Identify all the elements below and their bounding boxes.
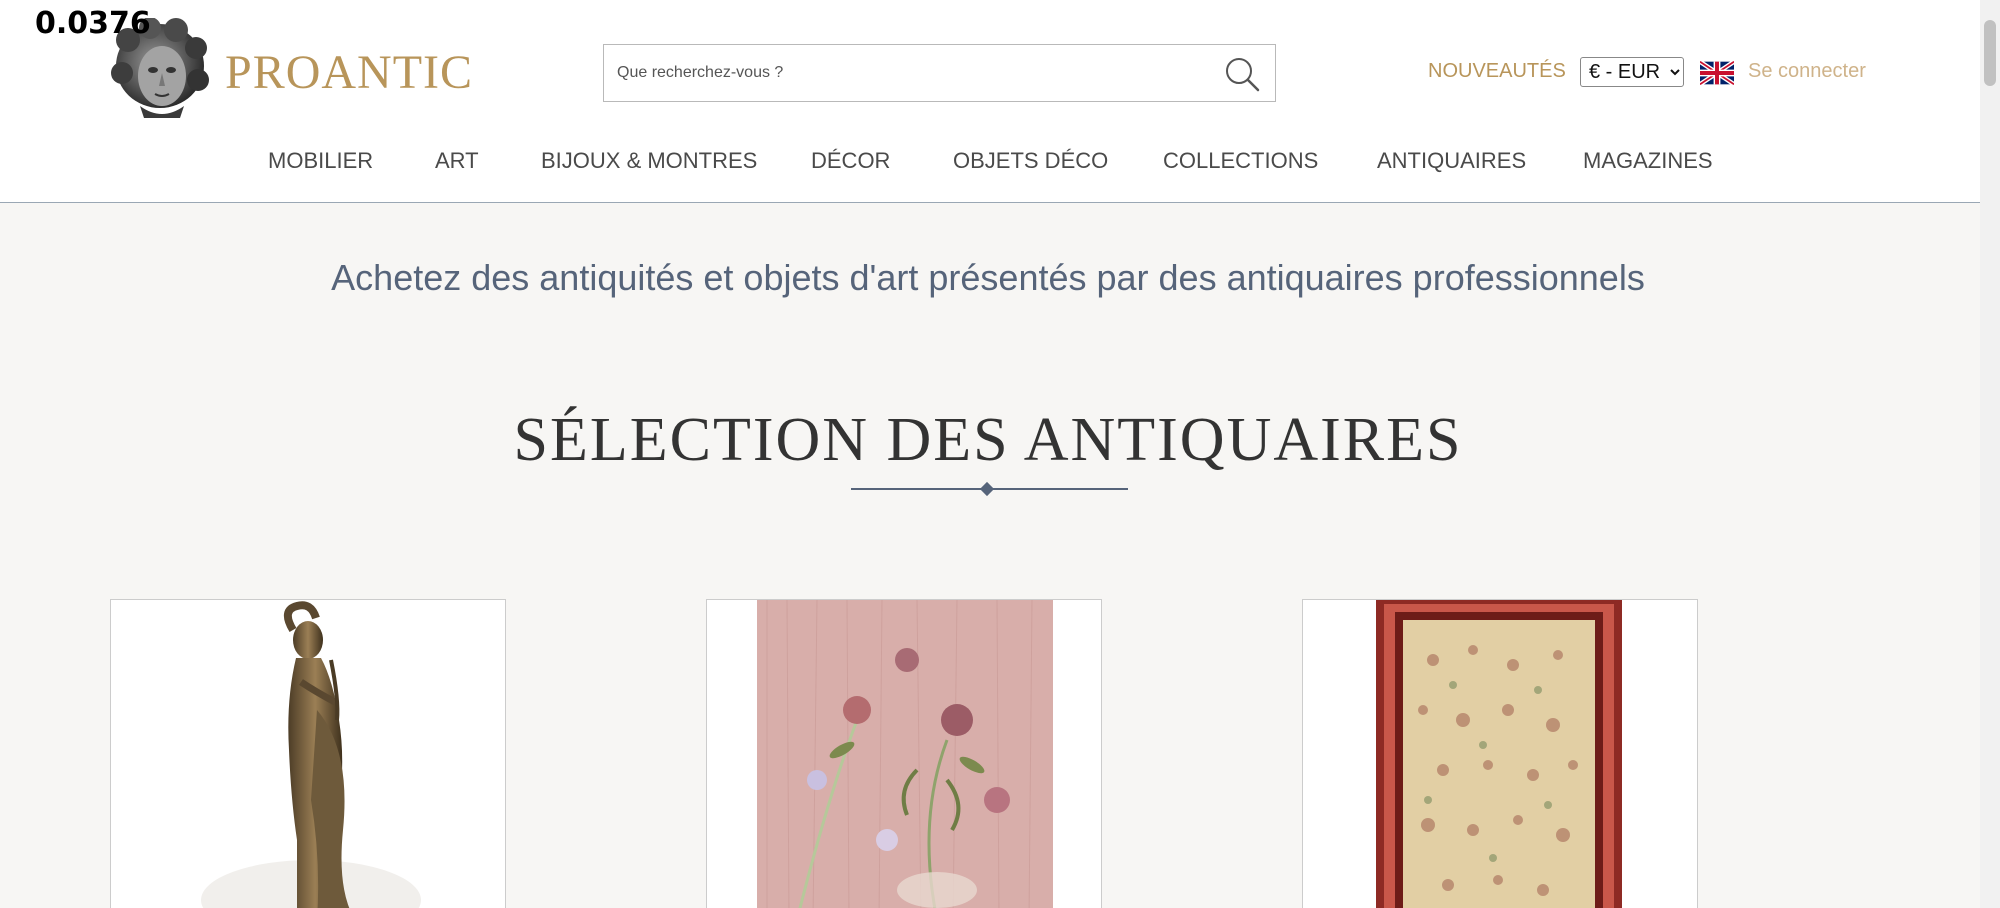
scrollbar-thumb[interactable] bbox=[1984, 20, 1996, 86]
product-card-statue[interactable] bbox=[110, 599, 506, 908]
title-diamond-icon bbox=[979, 481, 995, 497]
main-nav: MOBILIER ART BIJOUX & MONTRES DÉCOR OBJE… bbox=[0, 148, 1980, 180]
statue-image bbox=[111, 600, 505, 908]
nav-item-bijoux-montres[interactable]: BIJOUX & MONTRES bbox=[541, 148, 757, 174]
search-icon[interactable] bbox=[1223, 55, 1261, 93]
nav-item-mobilier[interactable]: MOBILIER bbox=[268, 148, 373, 174]
nav-item-magazines[interactable]: MAGAZINES bbox=[1583, 148, 1713, 174]
hero-subtitle: Achetez des antiquités et objets d'art p… bbox=[331, 257, 1645, 298]
nav-item-art[interactable]: ART bbox=[435, 148, 479, 174]
uk-flag-icon[interactable] bbox=[1700, 61, 1734, 85]
product-card-silk[interactable] bbox=[706, 599, 1102, 908]
overlay-score: 0.0376 bbox=[35, 6, 151, 41]
silk-image bbox=[707, 600, 1101, 908]
login-link[interactable]: Se connecter bbox=[1748, 60, 1866, 83]
product-card-carpet[interactable] bbox=[1302, 599, 1698, 908]
nav-item-objets-deco[interactable]: OBJETS DÉCO bbox=[953, 148, 1108, 174]
search-box bbox=[603, 44, 1276, 102]
nav-item-antiquaires[interactable]: ANTIQUAIRES bbox=[1377, 148, 1526, 174]
search-input[interactable] bbox=[604, 45, 1204, 101]
section-title: SÉLECTION DES ANTIQUAIRES bbox=[513, 406, 1463, 474]
nav-item-decor[interactable]: DÉCOR bbox=[811, 148, 890, 174]
nav-item-collections[interactable]: COLLECTIONS bbox=[1163, 148, 1318, 174]
page-scrollbar[interactable] bbox=[1980, 0, 2000, 908]
nouveautes-link[interactable]: NOUVEAUTÉS bbox=[1428, 60, 1566, 83]
carpet-image bbox=[1303, 600, 1697, 908]
site-header: PROANTIC NOUVEAUTÉS € - EUR Se connecter… bbox=[0, 0, 1980, 203]
brand-name[interactable]: PROANTIC bbox=[225, 45, 473, 100]
currency-select[interactable]: € - EUR bbox=[1580, 57, 1684, 87]
